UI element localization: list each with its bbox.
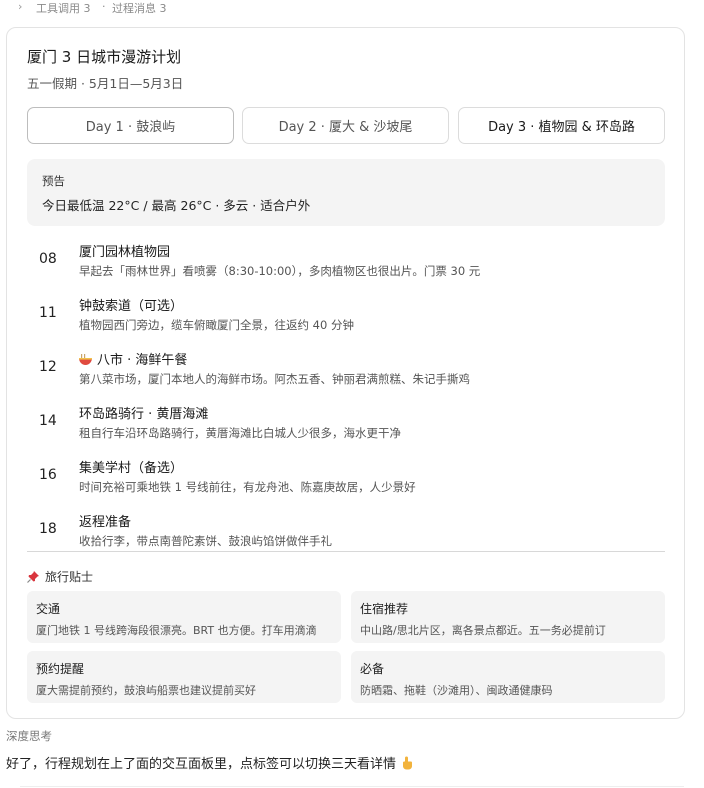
item-name: 八市 · 海鲜午餐: [97, 353, 188, 368]
itinerary-item: 14 环岛路骑行 · 黄厝海滩 租自行车沿环岛路骑行，黄厝海滩比白城人少很多，海…: [27, 395, 665, 449]
item-desc: 租自行车沿环岛路骑行，黄厝海滩比白城人少很多，海水更干净: [79, 426, 401, 440]
tips-heading: 旅行贴士: [27, 568, 93, 585]
tool-calls-label[interactable]: 工具调用 3: [36, 0, 91, 16]
item-name: 返程准备: [79, 515, 132, 530]
tip-card-lodging: 住宿推荐 中山路/思北片区，离各景点都近。五一务必提前订: [351, 591, 665, 643]
item-desc: 第八菜市场，厦门本地人的海鲜市场。阿杰五香、钟丽君满煎糕、朱记手撕鸡: [79, 372, 470, 386]
plan-title: 厦门 3 日城市漫游计划: [27, 48, 182, 66]
item-name: 集美学村（备选）: [79, 461, 184, 476]
tab-day-3[interactable]: Day 3 · 植物园 & 环岛路: [458, 107, 665, 144]
item-desc: 时间充裕可乘地铁 1 号线前往，有龙舟池、陈嘉庚故居，人少景好: [79, 480, 416, 494]
composer-top-border: [20, 786, 684, 787]
noodle-bowl-icon: [79, 354, 92, 365]
trip-plan-card: 厦门 3 日城市漫游计划 五一假期 · 5月1日—5月3日 Day 1 · 鼓浪…: [6, 27, 685, 719]
forecast-label: 预告: [42, 174, 65, 188]
tip-title: 交通: [36, 602, 61, 616]
item-desc: 植物园西门旁边，缆车俯瞰厦门全景，往返约 40 分钟: [79, 318, 354, 332]
pushpin-icon: [27, 570, 39, 583]
chevron-right-icon[interactable]: ›: [18, 0, 22, 13]
itinerary-item: 18 返程准备 收拾行李，带点南普陀素饼、鼓浪屿馅饼做伴手礼: [27, 503, 665, 557]
process-messages-label[interactable]: 过程消息 3: [112, 0, 167, 16]
plan-subtitle: 五一假期 · 5月1日—5月3日: [27, 76, 184, 91]
reply-text: 好了，行程规划在上了面的交互面板里，点标签可以切换三天看详情: [6, 757, 397, 772]
tab-day-1[interactable]: Day 1 · 鼓浪屿: [27, 107, 234, 144]
item-name: 钟鼓索道（可选）: [79, 299, 184, 314]
tip-text: 中山路/思北片区，离各景点都近。五一务必提前订: [360, 624, 606, 637]
item-time: 14: [39, 413, 57, 429]
tip-card-reservation: 预约提醒 厦大需提前预约，鼓浪屿船票也建议提前买好: [27, 651, 341, 703]
tip-title: 必备: [360, 662, 385, 676]
itinerary-item: 12 八市 · 海鲜午餐 第八菜市场，厦门本地人的海鲜市场。阿杰五香、钟丽君满煎…: [27, 341, 665, 395]
itinerary-item: 16 集美学村（备选） 时间充裕可乘地铁 1 号线前往，有龙舟池、陈嘉庚故居，人…: [27, 449, 665, 503]
tip-text: 厦门地铁 1 号线跨海段很漂亮。BRT 也方便。打车用滴滴: [36, 624, 317, 637]
tip-card-essentials: 必备 防晒霜、拖鞋（沙滩用）、闽政通健康码: [351, 651, 665, 703]
header-separator: ·: [102, 0, 106, 13]
tips-heading-label: 旅行贴士: [45, 570, 94, 584]
tip-text: 防晒霜、拖鞋（沙滩用）、闽政通健康码: [360, 684, 553, 697]
weather-forecast-panel: 预告 今日最低温 22°C / 最高 26°C · 多云 · 适合户外: [27, 159, 665, 226]
tip-title: 预约提醒: [36, 662, 85, 676]
deep-thinking-label[interactable]: 深度思考: [6, 728, 52, 744]
message-header: › 工具调用 3 · 过程消息 3: [0, 0, 704, 16]
item-time: 18: [39, 521, 57, 537]
item-name: 环岛路骑行 · 黄厝海滩: [79, 407, 209, 422]
pointing-up-hand-icon: [403, 756, 413, 770]
item-name: 厦门园林植物园: [79, 245, 171, 260]
section-divider: [27, 551, 665, 552]
item-name-row: 八市 · 海鲜午餐: [79, 349, 187, 368]
itinerary-item: 11 钟鼓索道（可选） 植物园西门旁边，缆车俯瞰厦门全景，往返约 40 分钟: [27, 287, 665, 341]
item-time: 08: [39, 251, 57, 267]
item-time: 12: [39, 359, 57, 375]
itinerary-item: 08 厦门园林植物园 早起去「雨林世界」看喷雾（8:30-10:00），多肉植物…: [27, 233, 665, 287]
tip-card-transport: 交通 厦门地铁 1 号线跨海段很漂亮。BRT 也方便。打车用滴滴: [27, 591, 341, 643]
tip-title: 住宿推荐: [360, 602, 409, 616]
item-desc: 早起去「雨林世界」看喷雾（8:30-10:00），多肉植物区也很出片。门票 30…: [79, 264, 481, 278]
tab-day-2[interactable]: Day 2 · 厦大 & 沙坡尾: [242, 107, 449, 144]
forecast-text: 今日最低温 22°C / 最高 26°C · 多云 · 适合户外: [42, 198, 311, 213]
assistant-reply: 好了，行程规划在上了面的交互面板里，点标签可以切换三天看详情: [6, 753, 414, 772]
item-desc: 收拾行李，带点南普陀素饼、鼓浪屿馅饼做伴手礼: [79, 534, 332, 548]
item-time: 16: [39, 467, 57, 483]
tip-text: 厦大需提前预约，鼓浪屿船票也建议提前买好: [36, 684, 256, 697]
item-time: 11: [39, 305, 57, 321]
